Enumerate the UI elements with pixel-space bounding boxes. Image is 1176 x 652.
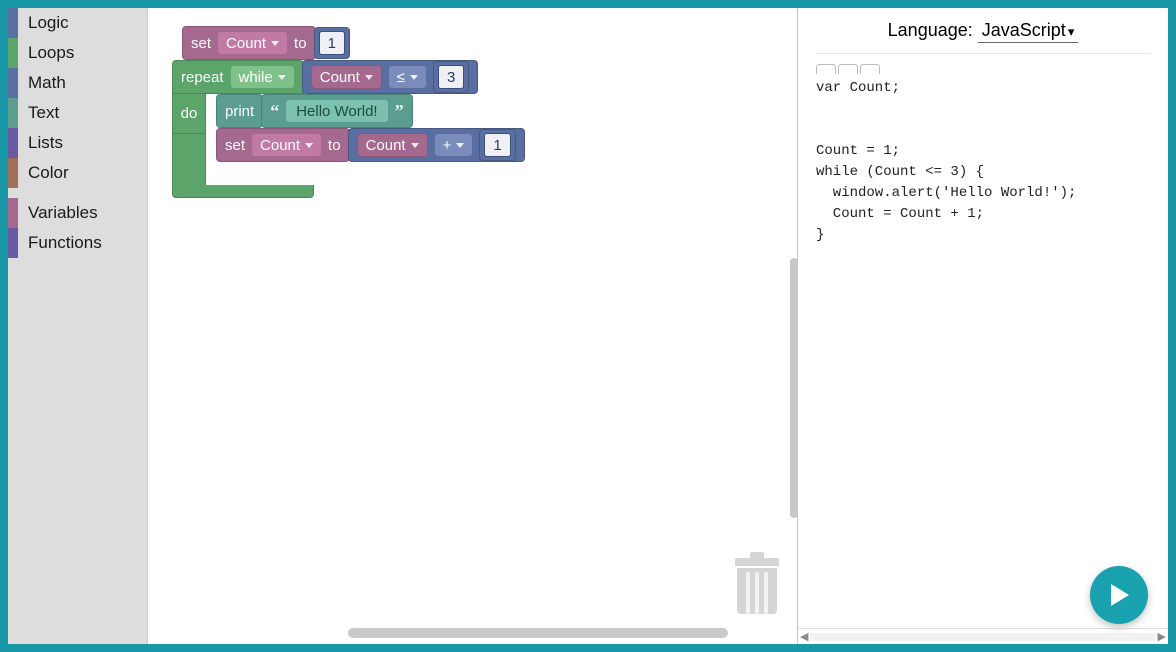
category-label: Variables [18, 203, 98, 223]
block-text-literal[interactable]: “ Hello World! ” [261, 94, 412, 128]
code-pane: Language: JavaScript▾ var Count; Count =… [798, 8, 1168, 644]
block-print[interactable]: print [216, 94, 263, 128]
block-set-variable[interactable]: set Count to [216, 128, 350, 162]
keyword-set: set [191, 35, 211, 52]
category-label: Text [18, 103, 59, 123]
scroll-right-icon[interactable]: ▶ [1158, 630, 1166, 643]
category-label: Color [18, 163, 69, 183]
workspace[interactable]: set Count to 1 repeat while [148, 8, 798, 644]
variable-dropdown[interactable]: Count [357, 133, 428, 157]
trash-icon[interactable] [735, 558, 779, 614]
category-swatch [8, 38, 18, 68]
chevron-down-icon [365, 75, 373, 80]
category-swatch [8, 128, 18, 158]
divider [816, 53, 1150, 54]
generated-code: var Count; Count = 1; while (Count <= 3)… [798, 78, 1168, 628]
toolbox-separator [8, 188, 147, 198]
loop-do-label: do [172, 94, 206, 134]
toolbox-category-color[interactable]: Color [8, 158, 147, 188]
chevron-down-icon [456, 143, 464, 148]
category-label: Functions [18, 233, 102, 253]
code-tab[interactable] [860, 64, 880, 74]
block-stack[interactable]: set Count to 1 repeat while [172, 26, 525, 198]
quote-open-icon: “ [270, 101, 279, 122]
scroll-left-icon[interactable]: ◀ [800, 630, 808, 643]
number-block[interactable]: 1 [314, 27, 350, 59]
operator-dropdown[interactable]: ≤ [388, 65, 427, 89]
run-button[interactable] [1090, 566, 1148, 624]
workspace-horizontal-scrollbar[interactable] [348, 628, 728, 638]
variable-dropdown[interactable]: Count [251, 133, 322, 157]
number-input[interactable]: 1 [319, 31, 345, 55]
number-input[interactable]: 1 [484, 133, 510, 157]
chevron-down-icon [305, 143, 313, 148]
number-block[interactable]: 1 [479, 129, 515, 161]
toolbox-category-lists[interactable]: Lists [8, 128, 147, 158]
toolbox-category-math[interactable]: Math [8, 68, 147, 98]
category-label: Math [18, 73, 66, 93]
variable-dropdown[interactable]: Count [217, 31, 288, 55]
toolbox-category-logic[interactable]: Logic [8, 8, 147, 38]
category-swatch [8, 158, 18, 188]
code-tab[interactable] [816, 64, 836, 74]
chevron-down-icon [410, 75, 418, 80]
category-swatch [8, 8, 18, 38]
code-tabs [816, 64, 1150, 74]
loop-body-spine [172, 134, 206, 198]
code-horizontal-scrollbar[interactable]: ◀ ▶ [798, 628, 1168, 644]
operator-dropdown[interactable]: + [434, 133, 474, 157]
toolbox-category-text[interactable]: Text [8, 98, 147, 128]
loop-mode-dropdown[interactable]: while [230, 65, 295, 89]
chevron-down-icon: ▾ [1068, 24, 1075, 39]
keyword-to: to [294, 35, 307, 52]
category-label: Lists [18, 133, 63, 153]
chevron-down-icon [278, 75, 286, 80]
category-swatch [8, 68, 18, 98]
language-select[interactable]: JavaScript▾ [978, 20, 1079, 43]
toolbox-category-loops[interactable]: Loops [8, 38, 147, 68]
chevron-down-icon [411, 143, 419, 148]
text-input[interactable]: Hello World! [285, 99, 388, 123]
number-block[interactable]: 3 [433, 61, 469, 93]
block-compare[interactable]: Count ≤ 3 [302, 60, 479, 94]
keyword-repeat: repeat [181, 69, 224, 86]
block-set-variable[interactable]: set Count to [182, 26, 316, 60]
block-arithmetic[interactable]: Count + 1 [348, 128, 525, 162]
category-swatch [8, 98, 18, 128]
number-input[interactable]: 3 [438, 65, 464, 89]
keyword-print: print [225, 103, 254, 120]
play-icon [1109, 584, 1129, 606]
variable-dropdown[interactable]: Count [311, 65, 382, 89]
toolbox-category-functions[interactable]: Functions [8, 228, 147, 258]
code-tab[interactable] [838, 64, 858, 74]
toolbox: Logic Loops Math Text Lists Color Variab… [8, 8, 148, 644]
keyword-set: set [225, 137, 245, 154]
category-label: Loops [18, 43, 74, 63]
category-label: Logic [18, 13, 69, 33]
block-repeat-while[interactable]: repeat while [172, 60, 304, 94]
pane-splitter[interactable] [790, 258, 798, 518]
chevron-down-icon [271, 41, 279, 46]
keyword-to: to [328, 137, 341, 154]
language-label: Language: [888, 20, 973, 40]
category-swatch [8, 228, 18, 258]
toolbox-category-variables[interactable]: Variables [8, 198, 147, 228]
quote-close-icon: ” [395, 101, 404, 122]
category-swatch [8, 198, 18, 228]
